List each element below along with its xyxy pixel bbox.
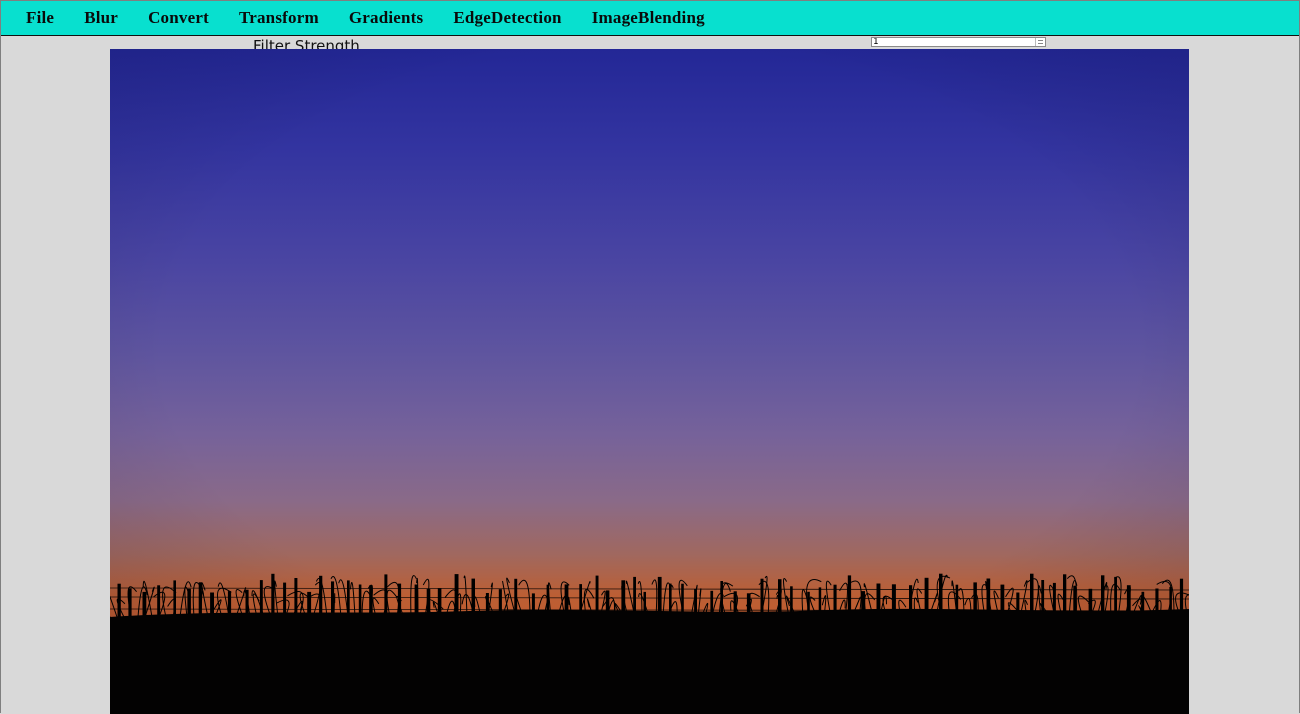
menu-image-blending[interactable]: ImageBlending xyxy=(577,8,720,28)
filter-strength-input[interactable]: 1 xyxy=(871,37,1046,47)
sunset-photo xyxy=(110,49,1189,714)
menu-blur[interactable]: Blur xyxy=(69,8,133,28)
spinner-arrows-icon[interactable] xyxy=(1035,38,1045,46)
menu-convert[interactable]: Convert xyxy=(133,8,224,28)
menu-transform[interactable]: Transform xyxy=(224,8,334,28)
image-canvas xyxy=(110,49,1189,714)
filter-strength-label: Filter Strength xyxy=(253,37,360,49)
menu-edge-detection[interactable]: EdgeDetection xyxy=(438,8,576,28)
filter-strength-value: 1 xyxy=(873,37,879,47)
menu-bar: File Blur Convert Transform Gradients Ed… xyxy=(1,1,1299,36)
menu-file[interactable]: File xyxy=(1,8,69,28)
menu-gradients[interactable]: Gradients xyxy=(334,8,439,28)
